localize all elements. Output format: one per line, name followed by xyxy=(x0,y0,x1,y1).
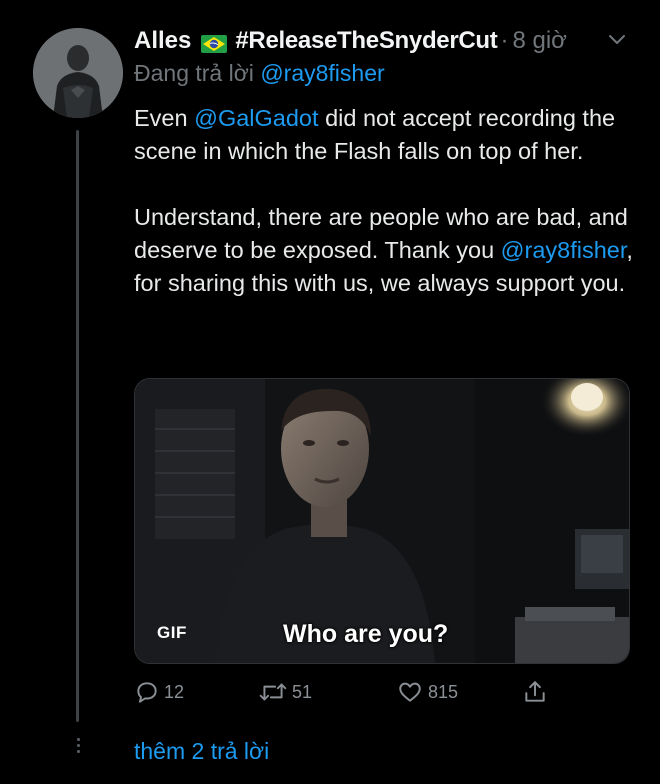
gif-media[interactable]: GIF Who are you? xyxy=(134,378,630,664)
gif-badge: GIF xyxy=(157,623,187,642)
share-button[interactable] xyxy=(522,676,552,708)
gif-caption: Who are you? xyxy=(283,620,449,648)
like-count: 815 xyxy=(428,681,459,702)
tweet[interactable]: Alles #ReleaseTheSnyderCut · 8 giờ Đang … xyxy=(0,0,660,784)
heart-icon xyxy=(399,682,421,702)
tweet-header: Alles #ReleaseTheSnyderCut · 8 giờ xyxy=(134,24,634,58)
header-separator: · xyxy=(500,27,509,54)
retweet-icon xyxy=(259,683,287,701)
retweet-button[interactable]: 51 xyxy=(258,676,312,708)
like-button[interactable]: 815 xyxy=(396,676,458,708)
chevron-down-icon[interactable] xyxy=(608,33,626,47)
thread-line xyxy=(76,130,79,722)
tweet-text: Even @GalGadot did not accept recording … xyxy=(134,102,634,300)
reply-icon xyxy=(137,682,157,703)
tweet-paragraph-2: Understand, there are people who are bad… xyxy=(134,201,634,300)
tweet-paragraph-1: Even @GalGadot did not accept recording … xyxy=(134,102,634,168)
avatar[interactable] xyxy=(33,28,123,118)
replying-to-handle[interactable]: @ray8fisher xyxy=(260,60,384,86)
avatar-image xyxy=(33,28,123,118)
share-icon xyxy=(525,681,545,702)
retweet-count: 51 xyxy=(292,681,313,702)
reply-count: 12 xyxy=(164,681,185,702)
more-replies-link[interactable]: thêm 2 trả lời xyxy=(134,738,269,765)
thread-dots xyxy=(72,738,84,756)
mention-link[interactable]: @GalGadot xyxy=(194,105,318,131)
tweet-actions: 12 51 815 xyxy=(134,676,634,708)
author-name[interactable]: Alles xyxy=(134,27,191,55)
text-segment: Even xyxy=(134,105,195,131)
replying-to-label: Đang trả lời xyxy=(134,60,254,86)
author-display-hashtag[interactable]: #ReleaseTheSnyderCut xyxy=(235,27,497,55)
brazil-flag-icon xyxy=(201,32,228,53)
tweet-timestamp[interactable]: 8 giờ xyxy=(512,27,566,55)
mention-link[interactable]: @ray8fisher xyxy=(501,237,627,263)
replying-to: Đang trả lời @ray8fisher xyxy=(134,60,385,87)
reply-button[interactable]: 12 xyxy=(134,676,184,708)
